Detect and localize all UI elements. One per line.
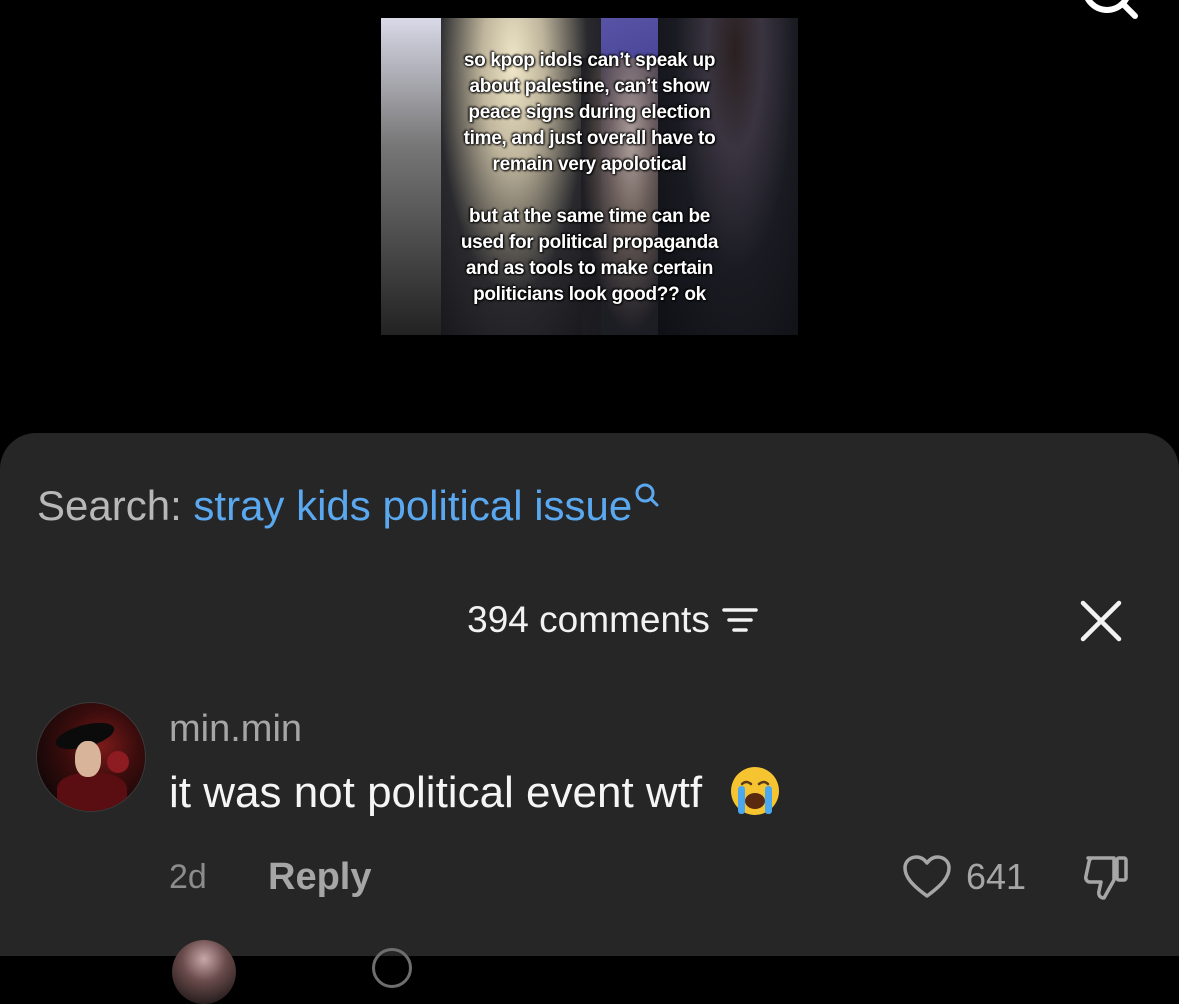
video-area[interactable]: so kpop idols can’t speak up about pales… [0, 0, 1179, 460]
comments-count: 394 comments [467, 599, 710, 640]
like-button[interactable]: 641 [902, 852, 1026, 902]
top-search-icon[interactable] [1079, 0, 1139, 20]
reply-button[interactable]: Reply [268, 854, 371, 900]
comments-header: 394 comments [0, 594, 1179, 646]
avatar[interactable] [36, 702, 146, 812]
next-comment-avatar[interactable] [172, 940, 236, 1004]
close-icon[interactable] [1078, 598, 1124, 644]
thumbs-down-icon[interactable] [1080, 852, 1132, 904]
comment-body: it was not political event wtf [169, 768, 703, 817]
comment-timestamp: 2d [169, 858, 207, 896]
thumbnail-caption-line-1: so kpop idols can’t speak up about pales… [463, 50, 716, 175]
thumbnail-caption: so kpop idols can’t speak up about pales… [381, 48, 798, 308]
search-prefix: Search: [37, 482, 194, 529]
thumbnail-caption-line-2: but at the same time can be used for pol… [460, 206, 719, 305]
comment-text: it was not political event wtf [169, 766, 782, 820]
search-icon [635, 483, 659, 507]
search-query-link[interactable]: stray kids political issue [193, 482, 632, 529]
search-suggestion[interactable]: Search: stray kids political issue [37, 480, 660, 532]
like-count: 641 [966, 856, 1027, 897]
loudly-crying-face-icon [731, 767, 780, 816]
sort-filter-icon[interactable] [720, 604, 760, 636]
comment-username[interactable]: min.min [169, 706, 302, 752]
next-comment-badge [372, 948, 412, 988]
heart-icon [903, 855, 951, 898]
video-thumbnail[interactable]: so kpop idols can’t speak up about pales… [381, 18, 798, 335]
